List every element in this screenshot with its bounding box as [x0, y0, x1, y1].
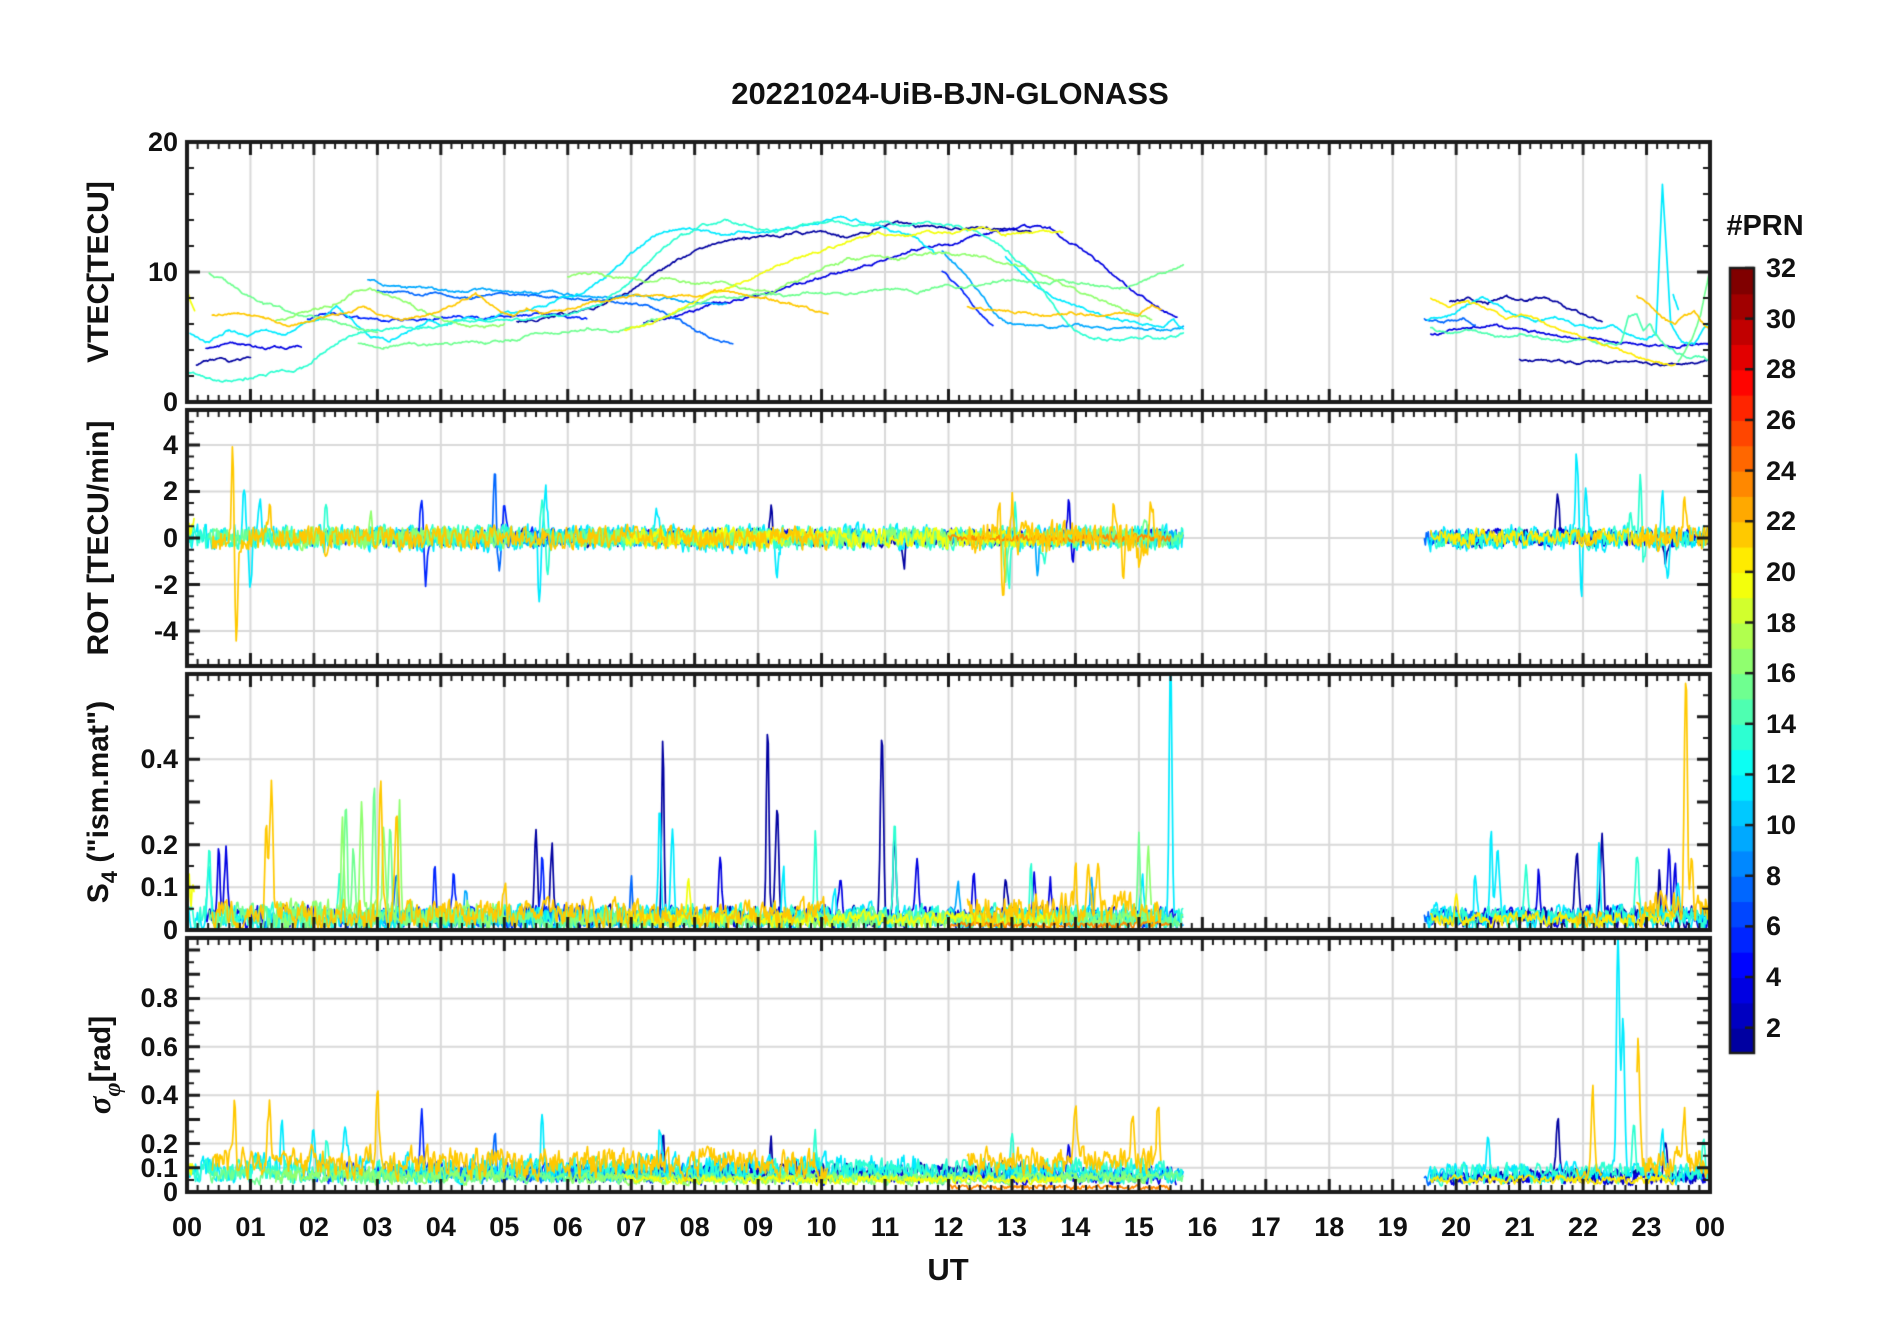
colorbar-tick-label: 18	[1766, 607, 1797, 638]
colorbar-tick-label: 10	[1766, 810, 1797, 841]
colorbar-tick-label: 14	[1766, 708, 1797, 739]
y-tick-label-sigmaphi: 0.2	[140, 1128, 178, 1159]
y-tick-label-sigmaphi: 0.6	[140, 1031, 178, 1062]
y-tick-label-sigmaphi: 0.8	[140, 983, 178, 1014]
x-axis-label: UT	[927, 1252, 969, 1287]
colorbar-tick-label: 28	[1766, 354, 1797, 385]
colorbar-tick-label: 20	[1766, 556, 1797, 587]
colorbar-tick-label: 22	[1766, 506, 1797, 537]
colorbar-tick-label: 4	[1766, 962, 1782, 993]
y-tick-label-s4: 0	[162, 915, 178, 945]
y-tick-label-rot: -4	[153, 616, 178, 647]
y-tick-label-s4: 0.2	[140, 829, 178, 860]
colorbar-tick-label: 2	[1766, 1012, 1782, 1043]
colorbar-title: #PRN	[1726, 210, 1804, 242]
colorbar-tick-label: 26	[1766, 404, 1797, 435]
figure: { "title": "20221024-UiB-BJN-GLONASS", "…	[0, 0, 1902, 1330]
y-tick-label-rot: 0	[162, 523, 178, 553]
y-tick-label-s4: 0.4	[140, 744, 178, 775]
colorbar-tick-label: 32	[1766, 253, 1797, 283]
y-tick-label-rot: 4	[162, 429, 178, 460]
y-tick-label-s4: 0.1	[140, 872, 178, 903]
y-tick-label-rot: 2	[162, 476, 178, 507]
colorbar-tick-label: 24	[1766, 455, 1797, 486]
y-tick-label-vtec: 10	[147, 257, 178, 287]
y-tick-label-rot: -2	[153, 569, 178, 600]
y-tick-label-vtec: 20	[147, 127, 178, 157]
colorbar-tick-label: 6	[1766, 911, 1782, 942]
x-tick-label: 00	[1694, 1212, 1726, 1242]
panel-vtec	[187, 142, 1710, 402]
y-tick-label-sigmaphi: 0.4	[140, 1080, 178, 1111]
colorbar-tick-label: 12	[1766, 759, 1797, 790]
chart-title: 20221024-UiB-BJN-GLONASS	[731, 76, 1169, 111]
panel-rot	[187, 410, 1710, 666]
panel-s4	[187, 674, 1710, 930]
colorbar	[1730, 268, 1754, 1053]
colorbar-tick-label: 8	[1766, 860, 1782, 891]
colorbar-tick-label: 16	[1766, 658, 1797, 689]
panel-sigma-phi	[187, 938, 1710, 1192]
colorbar-tick-label: 30	[1766, 303, 1797, 334]
y-tick-label-vtec: 0	[162, 387, 178, 417]
